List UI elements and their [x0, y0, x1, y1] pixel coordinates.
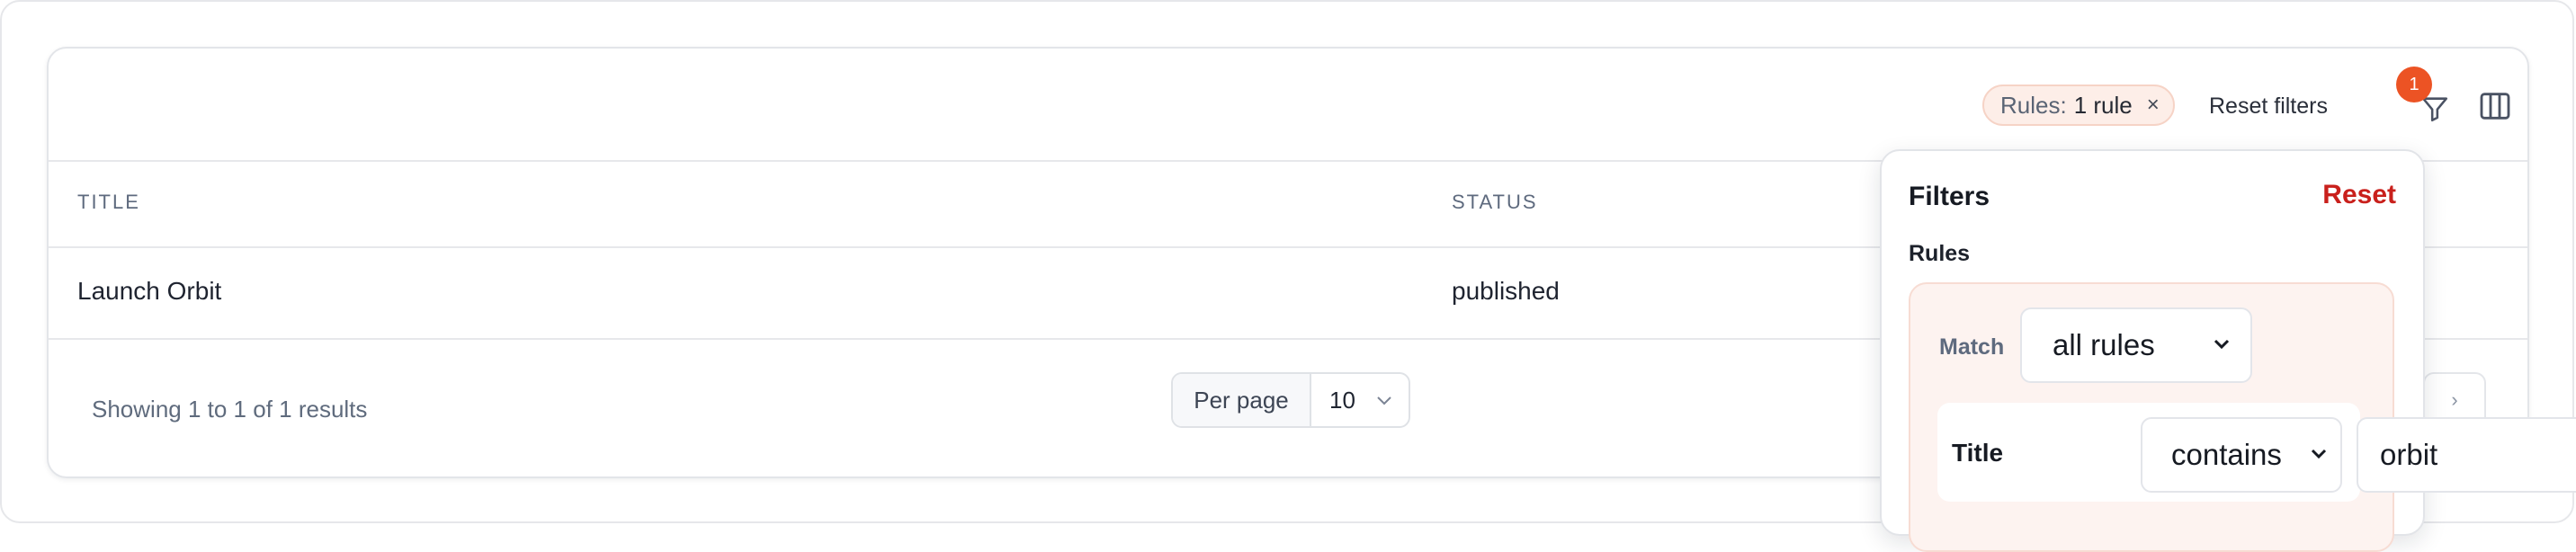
panel-title: Filters: [1909, 182, 1990, 211]
chevron-down-icon: [2214, 339, 2230, 350]
columns-toggle-button[interactable]: [2477, 88, 2517, 128]
chevron-down-icon: [2311, 449, 2327, 459]
match-label: Match: [1939, 334, 2005, 360]
column-header-status[interactable]: STATUS: [1452, 191, 1538, 214]
match-select[interactable]: all rules: [2020, 307, 2252, 383]
reset-filters-button[interactable]: Reset filters: [2209, 88, 2328, 124]
cell-status: published: [1452, 277, 1560, 305]
chevron-down-icon: [1377, 396, 1391, 405]
per-page-control: Per page 10: [1171, 372, 1410, 428]
chip-value: 1 rule: [2073, 91, 2133, 119]
filter-count-badge: 1: [2396, 67, 2432, 102]
rule-field-label: Title: [1952, 439, 2004, 467]
columns-icon: [2480, 93, 2510, 120]
rule-value-input[interactable]: [2357, 417, 2576, 493]
column-header-title[interactable]: TITLE: [77, 191, 140, 214]
active-filter-chip: Rules: 1 rule ×: [1982, 85, 2175, 126]
cell-title: Launch Orbit: [77, 277, 222, 305]
operator-value: contains: [2171, 438, 2282, 471]
per-page-select[interactable]: 10: [1311, 374, 1409, 426]
panel-reset-button[interactable]: Reset: [2322, 180, 2396, 210]
match-value: all rules: [2053, 328, 2155, 361]
rules-heading: Rules: [1909, 241, 1971, 266]
operator-select[interactable]: contains: [2141, 417, 2342, 493]
table-toolbar: Rules: 1 rule × Reset filters 1: [49, 49, 2527, 162]
results-summary: Showing 1 to 1 of 1 results: [92, 396, 368, 423]
chip-key: Rules:: [2000, 91, 2067, 119]
per-page-label: Per page: [1173, 374, 1311, 426]
per-page-value: 10: [1329, 386, 1355, 414]
remove-chip-icon[interactable]: ×: [2147, 93, 2160, 118]
